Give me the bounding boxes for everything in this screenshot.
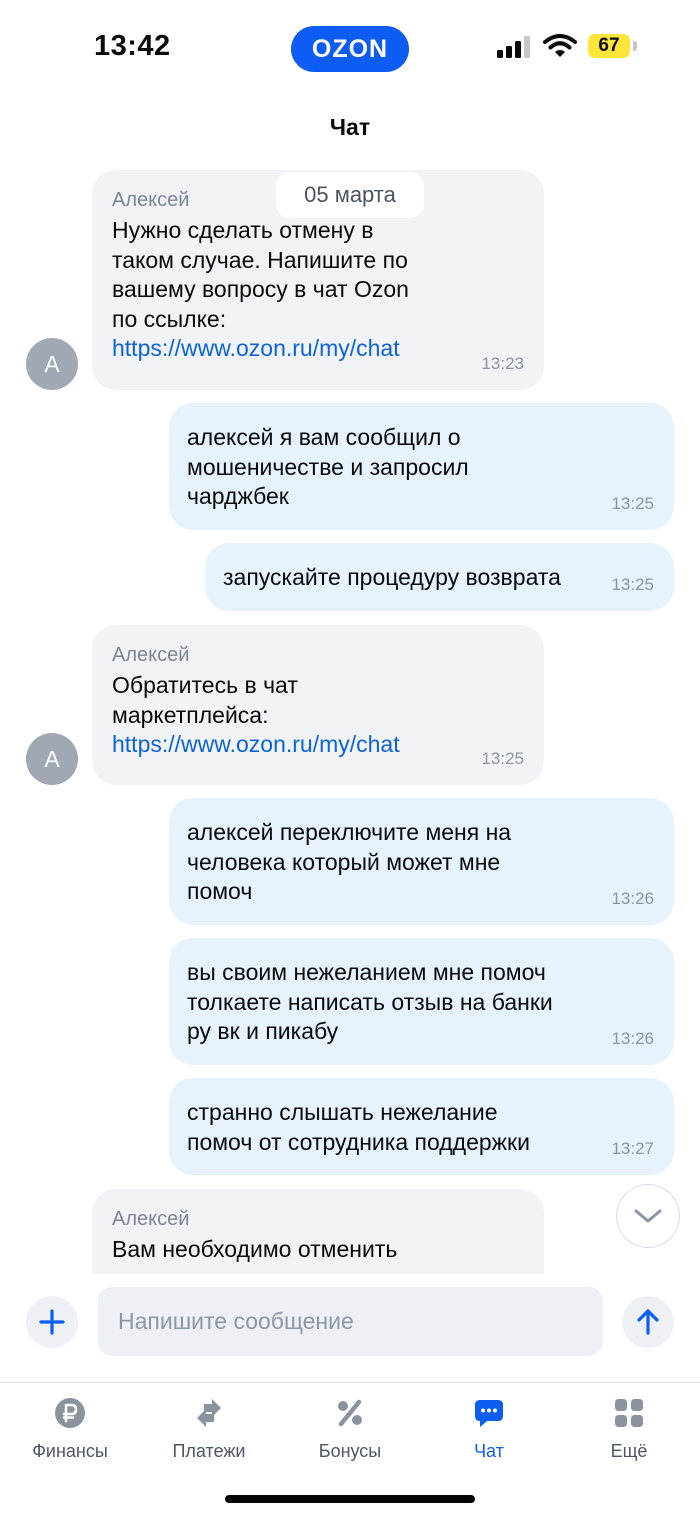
message-text-line: вы своим нежеланием мне помоч — [187, 959, 546, 985]
tab-finances[interactable]: Финансы — [10, 1392, 130, 1466]
message-link[interactable]: https://www.ozon.ru/my/chat — [112, 730, 524, 760]
plus-icon — [39, 1309, 65, 1335]
message-text-line: по ссылке: — [112, 305, 227, 332]
outgoing-message[interactable]: алексей переключите меня на человека кот… — [169, 798, 674, 925]
message-text-line: ру вк и пикабу — [187, 1018, 339, 1044]
percent-icon — [338, 1399, 362, 1427]
message-text-line: маркетплейса: — [112, 701, 269, 728]
message-text-line: помоч — [187, 878, 253, 904]
message-text-line: таком случае. Напишите по — [112, 246, 408, 273]
tab-chat[interactable]: Чат — [429, 1392, 549, 1466]
message-link[interactable]: https://www.ozon.ru/my/chat — [112, 334, 524, 364]
message-time: 13:27 — [611, 1138, 654, 1158]
tab-bonuses[interactable]: Бонусы — [290, 1392, 410, 1466]
message-time: 13:26 — [611, 1028, 654, 1048]
message-text-line: мошеничестве и запросил — [187, 453, 469, 480]
chevron-down-icon — [634, 1209, 662, 1223]
message-text-line: алексей я вам сообщил о — [187, 424, 461, 450]
message-text-line: Обратитесь в чат — [112, 672, 298, 698]
message-text-line: странно слышать нежелание — [187, 1099, 498, 1125]
outgoing-message[interactable]: вы своим нежеланием мне помоч толкаете н… — [169, 938, 674, 1065]
message-text-line: Вам необходимо отменить — [112, 1236, 398, 1262]
message-text-line: вашему вопросу в чат Ozon — [112, 276, 409, 302]
page-title: Чат — [329, 114, 371, 140]
tab-label: Бонусы — [318, 1441, 382, 1461]
send-button[interactable] — [622, 1296, 674, 1348]
message-text-line: человека который может мне — [187, 848, 501, 875]
cellular-signal-icon — [497, 36, 530, 58]
battery-indicator: 67 — [588, 34, 630, 58]
message-time: 13:23 — [481, 353, 524, 373]
message-time: 13:25 — [611, 493, 654, 513]
battery-tip — [633, 41, 637, 51]
message-text-line: алексей переключите меня на — [187, 819, 512, 845]
incoming-message[interactable]: Алексей Вам необходимо отменить — [92, 1189, 544, 1274]
outgoing-message[interactable]: алексей я вам сообщил о мошеничестве и з… — [169, 403, 674, 530]
message-text-line: помоч от сотрудника поддержки — [187, 1128, 530, 1155]
tab-label: Чат — [474, 1441, 504, 1461]
avatar: А — [26, 733, 78, 785]
message-time: 13:25 — [611, 574, 654, 594]
tab-label: Финансы — [32, 1441, 108, 1461]
date-separator: 05 марта — [276, 172, 424, 218]
tab-label: Ещё — [610, 1441, 648, 1461]
incoming-message[interactable]: Алексей Обратитесь в чат маркетплейса: h… — [92, 625, 544, 785]
tabbar-divider — [0, 1382, 700, 1383]
message-time: 13:26 — [611, 888, 654, 908]
arrow-up-icon — [637, 1309, 659, 1335]
scroll-to-bottom-button[interactable] — [616, 1184, 680, 1248]
ozon-logo: OZON — [291, 26, 409, 72]
message-text-line: Нужно сделать отмену в — [112, 217, 374, 243]
tab-more[interactable]: Ещё — [569, 1392, 689, 1466]
message-text-line: чарджбек — [187, 483, 289, 509]
home-indicator[interactable] — [225, 1495, 475, 1503]
grid-icon — [615, 1399, 643, 1427]
outgoing-message[interactable]: запускайте процедуру возврата 13:25 — [205, 543, 674, 611]
outgoing-message[interactable]: странно слышать нежелание помоч от сотру… — [169, 1078, 674, 1175]
status-time: 13:42 — [94, 30, 171, 62]
wifi-icon — [543, 34, 577, 57]
message-sender: Алексей — [112, 644, 190, 666]
message-sender: Алексей — [112, 1208, 190, 1230]
ruble-icon — [55, 1398, 85, 1428]
tab-label: Платежи — [172, 1441, 246, 1461]
message-time: 13:25 — [481, 748, 524, 768]
message-text-line: запускайте процедуру возврата — [223, 564, 561, 590]
chat-bubble-icon — [475, 1400, 503, 1427]
avatar: А — [26, 338, 78, 390]
message-text-line: толкаете написать отзыв на банки — [187, 988, 553, 1015]
message-list[interactable]: Алексей Нужно сделать отмену в таком слу… — [0, 160, 700, 1274]
transfer-arrows-icon — [197, 1399, 221, 1427]
attach-button[interactable] — [26, 1296, 78, 1348]
tab-payments[interactable]: Платежи — [149, 1392, 269, 1466]
message-input[interactable] — [98, 1287, 603, 1356]
